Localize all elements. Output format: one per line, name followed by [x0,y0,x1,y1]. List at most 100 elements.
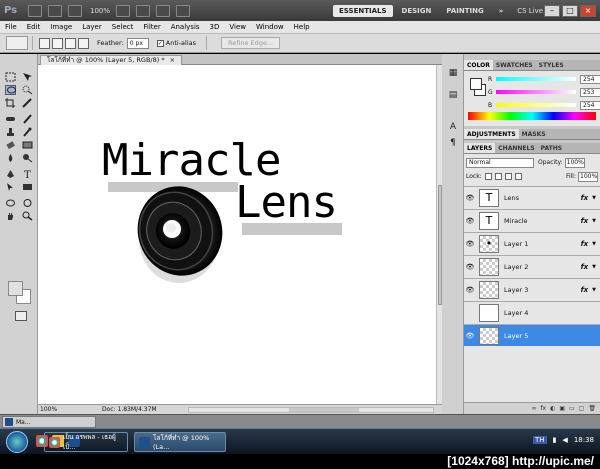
expand-effects-icon[interactable]: ▼ [592,287,596,293]
tab-layers[interactable]: LAYERS [464,143,496,153]
color-spectrum-bar[interactable] [468,112,596,120]
tab-styles[interactable]: STYLES [536,60,567,70]
antialias-checkbox[interactable]: ✓ [156,39,164,47]
workspace-design[interactable]: DESIGN [396,5,438,17]
network-icon[interactable]: ▮ [553,436,557,444]
fx-icon[interactable]: fx [581,194,589,202]
lock-position-icon[interactable] [504,173,512,180]
more-workspaces-button[interactable]: » [493,5,510,17]
add-to-selection-icon[interactable] [52,37,63,49]
layer-row[interactable]: 👁 Layer 3 fx ▼ [464,278,600,300]
feather-input[interactable]: 0 px [126,37,149,49]
3d-orbit-tool-icon[interactable] [22,198,33,208]
status-zoom[interactable]: 100% [38,406,72,413]
maximize-button[interactable]: □ [562,4,578,17]
red-value-input[interactable]: 254 [580,74,600,84]
3d-rotate-tool-icon[interactable] [5,198,16,208]
screen-mode-icon[interactable] [176,4,191,17]
paragraph-panel-icon[interactable]: ¶ [446,138,460,150]
refine-edge-button[interactable]: Refine Edge... [221,37,281,49]
document-tab-close-icon[interactable]: × [170,56,175,64]
eye-icon[interactable]: 👁 [464,286,476,294]
dodge-tool-icon[interactable] [22,153,33,163]
marquee-tool-icon[interactable] [5,72,16,82]
lock-transparent-icon[interactable] [484,173,492,180]
blue-value-input[interactable]: 254 [580,100,600,110]
zoom-tool-icon[interactable] [136,4,151,17]
green-value-input[interactable]: 253 [580,87,600,97]
pen-tool-icon[interactable] [5,169,16,179]
expand-effects-icon[interactable]: ▼ [592,264,596,270]
layer-row-selected[interactable]: 👁 Layer 5 [464,324,600,346]
layer-row[interactable]: 👁 Layer 2 fx ▼ [464,255,600,277]
bridge-icon[interactable] [28,4,42,17]
tab-color[interactable]: COLOR [464,60,493,70]
history-panel-icon[interactable]: ▤ [446,90,460,102]
quick-selection-tool-icon[interactable] [22,85,33,95]
foreground-color-chip[interactable] [470,78,482,90]
menu-filter[interactable]: Filter [138,23,165,31]
close-button[interactable]: × [580,4,596,17]
workspace-painting[interactable]: PAINTING [440,5,489,17]
green-slider[interactable] [496,90,576,94]
eye-icon[interactable]: 👁 [464,240,476,248]
eyedropper-tool-icon[interactable] [22,98,33,108]
rectangle-tool-icon[interactable] [22,182,33,192]
type-tool-icon[interactable]: T [22,169,33,181]
eye-icon[interactable]: 👁 [464,217,476,225]
blue-slider[interactable] [496,103,576,107]
status-doc-size[interactable]: Doc: 1.83M/4.37M [102,406,157,413]
new-layer-icon[interactable]: ▢ [579,405,585,412]
cs-live-button[interactable]: CS Live [517,7,543,15]
menu-layer[interactable]: Layer [77,23,107,31]
lasso-tool-icon[interactable] [5,85,16,95]
menu-3d[interactable]: 3D [205,23,225,31]
layer-row[interactable]: 👁 T Lens fx ▼ [464,186,600,208]
blend-mode-select[interactable]: Normal [466,157,534,168]
eye-icon[interactable]: 👁 [464,263,476,271]
tab-channels[interactable]: CHANNELS [495,143,537,153]
crop-tool-icon[interactable] [5,98,16,108]
tool-preset-picker[interactable] [6,36,28,50]
menu-select[interactable]: Select [107,23,139,31]
taskbar-item-browser[interactable]: เย็น อรพพล - เธอผู้เป็... [44,432,128,452]
tab-paths[interactable]: PATHS [538,143,565,153]
menu-edit[interactable]: Edit [22,23,46,31]
red-slider[interactable] [496,77,576,81]
hand-tool-icon[interactable] [5,211,16,221]
expand-effects-icon[interactable]: ▼ [592,241,596,247]
clock[interactable]: 18:38 [574,436,594,444]
gradient-tool-icon[interactable] [22,140,33,150]
clone-stamp-tool-icon[interactable] [5,127,16,137]
link-layers-icon[interactable]: ∞ [531,405,536,412]
hand-tool-icon[interactable] [116,4,131,17]
document-tab[interactable]: โลโก้ที่ทำ @ 100% (Layer 5, RGB/8) * × [40,55,183,65]
tab-adjustments[interactable]: ADJUSTMENTS [464,129,519,139]
minimized-document[interactable]: Ma... [2,416,96,428]
eye-icon[interactable]: 👁 [464,194,476,202]
menu-analysis[interactable]: Analysis [166,23,205,31]
brush-tool-icon[interactable] [22,114,33,124]
tab-swatches[interactable]: SWATCHES [493,60,536,70]
subtract-selection-icon[interactable] [65,37,76,49]
fill-input[interactable]: 100% [578,171,598,182]
minimize-button[interactable]: – [544,4,560,17]
menu-file[interactable]: File [0,23,22,31]
eraser-tool-icon[interactable] [5,140,16,150]
fx-icon[interactable]: fx [581,286,589,294]
quick-mask-icon[interactable] [15,311,27,321]
blur-tool-icon[interactable] [5,153,16,163]
zoom-tool-icon[interactable] [22,211,33,221]
adjustment-layer-icon[interactable]: ▣ [559,405,565,412]
lock-image-icon[interactable] [494,173,502,180]
arrange-documents-icon[interactable] [156,4,171,17]
view-extras-icon[interactable] [68,4,82,17]
mini-bridge-icon[interactable] [48,4,62,17]
menu-window[interactable]: Window [251,23,289,31]
history-brush-tool-icon[interactable] [22,127,33,137]
start-button[interactable] [6,431,28,453]
foreground-color-swatch[interactable] [8,281,23,296]
intersect-selection-icon[interactable] [78,37,89,49]
document-canvas[interactable]: Miracle Lens [38,65,436,404]
menu-help[interactable]: Help [289,23,315,31]
